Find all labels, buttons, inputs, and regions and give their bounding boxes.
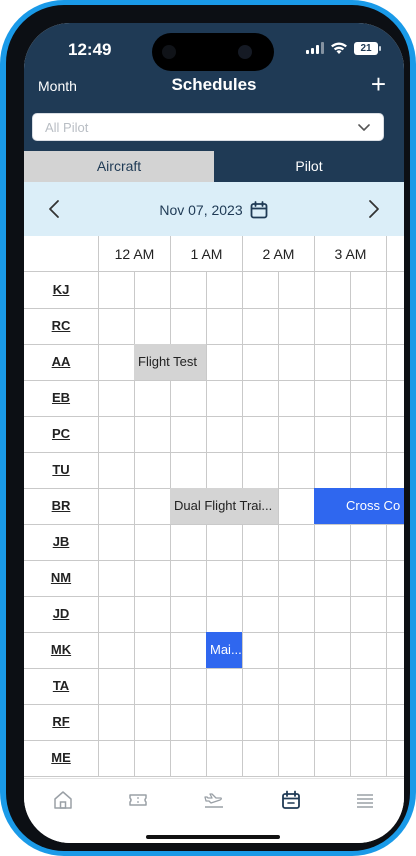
battery-icon: 21 bbox=[354, 41, 381, 55]
side-button bbox=[0, 318, 4, 372]
column-divider bbox=[386, 272, 387, 776]
hour-header: 12 AM bbox=[98, 236, 170, 272]
pilot-row-label[interactable]: JB bbox=[24, 524, 98, 560]
column-divider bbox=[206, 272, 207, 776]
calendar-icon[interactable] bbox=[249, 200, 269, 220]
add-button[interactable]: + bbox=[371, 71, 386, 97]
signal-icon bbox=[306, 42, 324, 54]
dynamic-island bbox=[152, 33, 274, 71]
phone-bezel: 12:49 21 Month Schedules + All Pilot Air… bbox=[6, 5, 410, 851]
home-indicator bbox=[146, 835, 280, 839]
row-divider bbox=[24, 776, 404, 777]
pilot-row-label[interactable]: TA bbox=[24, 668, 98, 704]
ticket-icon[interactable] bbox=[127, 789, 149, 811]
tab-aircraft[interactable]: Aircraft bbox=[24, 151, 214, 182]
pilot-row-label[interactable]: PC bbox=[24, 416, 98, 452]
side-button bbox=[0, 246, 4, 300]
menu-icon[interactable] bbox=[354, 789, 376, 811]
schedule-event[interactable]: Mai... bbox=[206, 632, 242, 668]
date-picker[interactable]: Nov 07, 2023 bbox=[24, 200, 404, 220]
airplane-icon[interactable] bbox=[203, 789, 225, 811]
pilot-filter-select[interactable]: All Pilot bbox=[32, 113, 384, 141]
pilot-row-label[interactable]: RF bbox=[24, 704, 98, 740]
schedule-event[interactable]: Cross Co bbox=[314, 488, 404, 524]
wifi-icon bbox=[331, 42, 347, 54]
column-divider bbox=[278, 272, 279, 776]
pilot-row-label[interactable]: AA bbox=[24, 344, 98, 380]
calendar-icon[interactable] bbox=[280, 789, 302, 811]
pilot-row-label[interactable]: EB bbox=[24, 380, 98, 416]
page-title: Schedules bbox=[171, 75, 257, 94]
schedule-event[interactable]: Dual Flight Trai... bbox=[170, 488, 278, 524]
hour-header: 1 AM bbox=[170, 236, 242, 272]
tab-pilot[interactable]: Pilot bbox=[214, 151, 404, 182]
pilot-row-label[interactable]: BR bbox=[24, 488, 98, 524]
date-bar: Nov 07, 2023 bbox=[24, 182, 404, 236]
phone-frame: 12:49 21 Month Schedules + All Pilot Air… bbox=[0, 0, 416, 856]
pilot-row-label[interactable]: JD bbox=[24, 596, 98, 632]
status-indicators: 21 bbox=[306, 41, 381, 55]
pilot-row-label[interactable]: MK bbox=[24, 632, 98, 668]
hour-header: 3 AM bbox=[314, 236, 386, 272]
pilot-filter-value: All Pilot bbox=[45, 120, 89, 135]
screen: 12:49 21 Month Schedules + All Pilot Air… bbox=[24, 23, 404, 843]
app-header: 12:49 21 Month Schedules + All Pilot bbox=[24, 23, 404, 153]
pilot-row-label[interactable]: ME bbox=[24, 740, 98, 776]
chevron-right-icon[interactable] bbox=[362, 198, 384, 220]
column-divider bbox=[242, 272, 243, 776]
column-divider bbox=[350, 272, 351, 776]
pilot-row-label[interactable]: NM bbox=[24, 560, 98, 596]
schedule-grid[interactable]: 12 AM 1 AM 2 AM 3 AM KJ RC AA EB PC TU BR JB NM J… bbox=[24, 236, 404, 778]
home-icon[interactable] bbox=[52, 789, 74, 811]
column-divider bbox=[98, 272, 99, 776]
column-divider bbox=[314, 272, 315, 776]
pilot-row-label[interactable]: TU bbox=[24, 452, 98, 488]
hour-header: 2 AM bbox=[242, 236, 314, 272]
hour-header-row: 12 AM 1 AM 2 AM 3 AM bbox=[24, 236, 404, 272]
pilot-row-label[interactable]: RC bbox=[24, 308, 98, 344]
schedule-event[interactable]: Flight Test bbox=[134, 344, 206, 380]
status-time: 12:49 bbox=[68, 40, 112, 59]
view-tabs: Aircraft Pilot bbox=[24, 151, 404, 182]
current-date: Nov 07, 2023 bbox=[159, 202, 243, 218]
hour-header bbox=[386, 236, 404, 272]
bottom-nav bbox=[24, 778, 404, 843]
side-button bbox=[0, 192, 4, 218]
pilot-row-label[interactable]: KJ bbox=[24, 272, 98, 308]
chevron-down-icon bbox=[358, 124, 370, 131]
